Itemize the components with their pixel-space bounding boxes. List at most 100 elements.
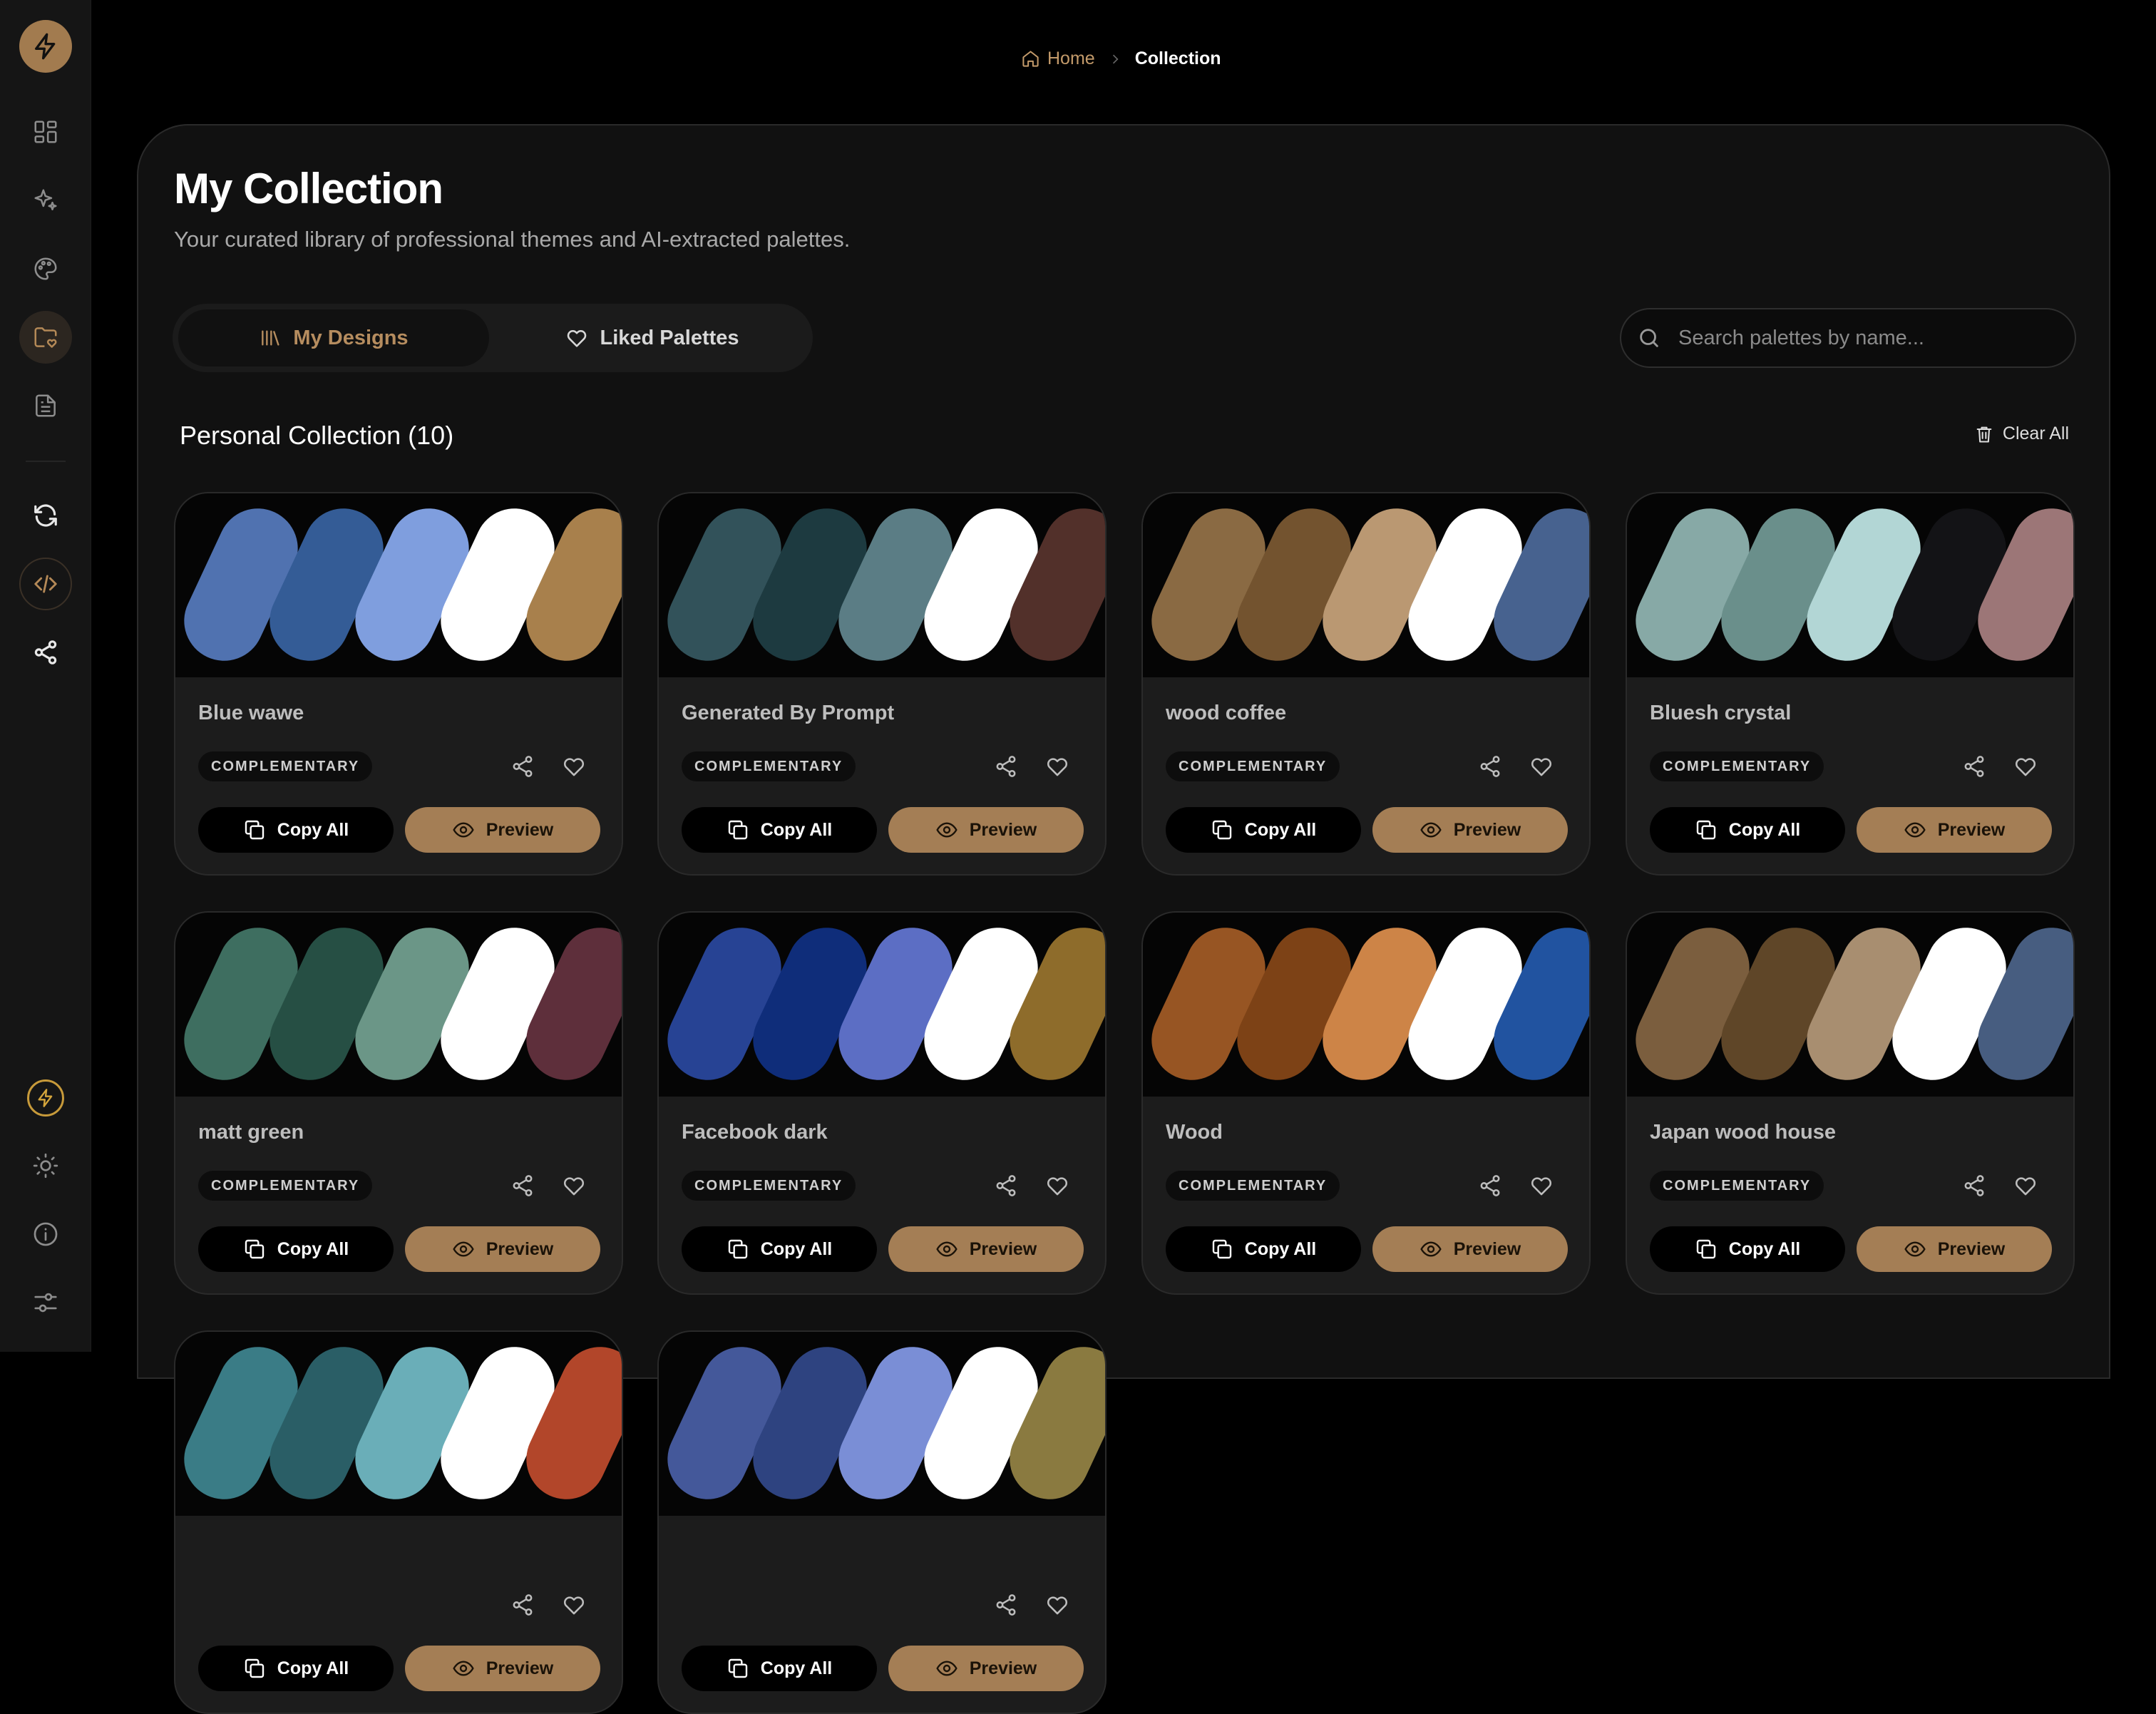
copy-all-button[interactable]: Copy All bbox=[1650, 807, 1845, 853]
copy-all-label: Copy All bbox=[1728, 1238, 1801, 1259]
palette-share-button[interactable] bbox=[510, 1174, 535, 1198]
palette-share-button[interactable] bbox=[994, 1593, 1018, 1617]
palette-card[interactable]: Wood COMPLEMENTARY Copy All Preview bbox=[1141, 911, 1591, 1295]
copy-all-button[interactable]: Copy All bbox=[198, 1646, 394, 1691]
copy-all-button[interactable]: Copy All bbox=[1166, 807, 1361, 853]
share-icon bbox=[996, 1594, 1016, 1616]
search-input[interactable] bbox=[1677, 309, 2060, 366]
palette-card[interactable]: matt green COMPLEMENTARY Copy All Previe… bbox=[174, 911, 623, 1295]
palette-like-button[interactable] bbox=[562, 1174, 586, 1198]
palette-like-button[interactable] bbox=[2013, 754, 2038, 779]
preview-button[interactable]: Preview bbox=[888, 807, 1084, 853]
copy-all-button[interactable]: Copy All bbox=[682, 807, 877, 853]
palette-like-button[interactable] bbox=[1529, 754, 1554, 779]
share-icon bbox=[513, 756, 533, 777]
folder-heart-icon[interactable] bbox=[19, 311, 72, 364]
preview-button[interactable]: Preview bbox=[1372, 1226, 1568, 1272]
palette-share-button[interactable] bbox=[994, 1174, 1018, 1198]
sparkles-icon[interactable] bbox=[19, 174, 72, 227]
palette-card[interactable]: Japan wood house COMPLEMENTARY Copy All … bbox=[1626, 911, 2075, 1295]
palette-harmony-badge: COMPLEMENTARY bbox=[682, 1171, 856, 1201]
preview-button[interactable]: Preview bbox=[1372, 807, 1568, 853]
upgrade-bolt-icon[interactable] bbox=[27, 1079, 64, 1117]
info-icon[interactable] bbox=[19, 1208, 72, 1261]
logo-bolt-icon[interactable] bbox=[19, 20, 72, 73]
section-title: Personal Collection (10) bbox=[180, 421, 454, 450]
clear-all-button[interactable]: Clear All bbox=[1974, 424, 2069, 444]
preview-button[interactable]: Preview bbox=[405, 1226, 600, 1272]
copy-icon bbox=[245, 1658, 264, 1678]
code-icon[interactable] bbox=[19, 558, 72, 610]
palette-swatches bbox=[1627, 913, 2073, 1097]
palette-name: Bluesh crystal bbox=[1650, 702, 1792, 724]
preview-button[interactable]: Preview bbox=[1857, 807, 2052, 853]
copy-icon bbox=[728, 1239, 747, 1259]
palette-card[interactable]: Facebook dark COMPLEMENTARY Copy All Pre… bbox=[657, 911, 1107, 1295]
share-icon bbox=[513, 1594, 533, 1616]
copy-icon bbox=[1696, 820, 1715, 840]
copy-all-button[interactable]: Copy All bbox=[682, 1226, 877, 1272]
preview-button[interactable]: Preview bbox=[888, 1646, 1084, 1691]
tab-my-designs[interactable]: My Designs bbox=[178, 309, 489, 366]
document-icon[interactable] bbox=[19, 379, 72, 432]
theme-sun-icon[interactable] bbox=[19, 1139, 72, 1192]
refresh-icon[interactable] bbox=[19, 489, 72, 542]
sidebar-divider bbox=[26, 461, 66, 462]
preview-label: Preview bbox=[1453, 1238, 1521, 1259]
palette-share-button[interactable] bbox=[1962, 1174, 1986, 1198]
palette-like-button[interactable] bbox=[1045, 1593, 1069, 1617]
copy-icon bbox=[245, 820, 264, 840]
heart-icon bbox=[2016, 1177, 2036, 1196]
palette-harmony-badge: COMPLEMENTARY bbox=[1650, 1171, 1824, 1201]
palette-harmony-badge: COMPLEMENTARY bbox=[198, 751, 373, 781]
copy-all-button[interactable]: Copy All bbox=[198, 1226, 394, 1272]
palette-card[interactable]: Bluesh crystal COMPLEMENTARY Copy All Pr… bbox=[1626, 492, 2075, 876]
palette-harmony-badge: COMPLEMENTARY bbox=[1166, 1171, 1340, 1201]
palette-like-button[interactable] bbox=[562, 1593, 586, 1617]
palette-swatches bbox=[175, 493, 622, 677]
preview-button[interactable]: Preview bbox=[1857, 1226, 2052, 1272]
share-icon bbox=[1480, 1175, 1500, 1196]
share-icon bbox=[1964, 756, 1984, 777]
share-icon[interactable] bbox=[19, 626, 72, 679]
palette-like-button[interactable] bbox=[1045, 1174, 1069, 1198]
palette-share-button[interactable] bbox=[1478, 1174, 1502, 1198]
palette-share-button[interactable] bbox=[510, 754, 535, 779]
palette-card[interactable]: Copy All Preview bbox=[174, 1330, 623, 1714]
palette-like-button[interactable] bbox=[1529, 1174, 1554, 1198]
palette-icon[interactable] bbox=[19, 242, 72, 295]
palette-card[interactable]: wood coffee COMPLEMENTARY Copy All Previ… bbox=[1141, 492, 1591, 876]
settings-sliders-icon[interactable] bbox=[19, 1276, 72, 1329]
palette-like-button[interactable] bbox=[2013, 1174, 2038, 1198]
preview-label: Preview bbox=[969, 819, 1037, 840]
palette-card[interactable]: Copy All Preview bbox=[657, 1330, 1107, 1714]
palette-name: Facebook dark bbox=[682, 1121, 828, 1144]
palette-like-button[interactable] bbox=[1045, 754, 1069, 779]
palette-share-button[interactable] bbox=[1962, 754, 1986, 779]
palette-share-button[interactable] bbox=[1478, 754, 1502, 779]
copy-all-button[interactable]: Copy All bbox=[198, 807, 394, 853]
palette-card[interactable]: Generated By Prompt COMPLEMENTARY Copy A… bbox=[657, 492, 1107, 876]
breadcrumb-current: Collection bbox=[1134, 48, 1221, 68]
copy-all-button[interactable]: Copy All bbox=[682, 1646, 877, 1691]
eye-icon bbox=[1420, 1241, 1442, 1257]
preview-label: Preview bbox=[486, 819, 554, 840]
palette-share-button[interactable] bbox=[994, 754, 1018, 779]
dashboard-icon[interactable] bbox=[19, 106, 72, 158]
palette-share-button[interactable] bbox=[510, 1593, 535, 1617]
palette-card[interactable]: Blue wawe COMPLEMENTARY Copy All Preview bbox=[174, 492, 623, 876]
palette-like-button[interactable] bbox=[562, 754, 586, 779]
copy-all-button[interactable]: Copy All bbox=[1650, 1226, 1845, 1272]
breadcrumb-home-link[interactable]: Home bbox=[1021, 48, 1095, 69]
copy-all-label: Copy All bbox=[1244, 819, 1317, 840]
share-icon bbox=[1480, 756, 1500, 777]
preview-button[interactable]: Preview bbox=[405, 1646, 600, 1691]
preview-button[interactable]: Preview bbox=[405, 807, 600, 853]
copy-all-button[interactable]: Copy All bbox=[1166, 1226, 1361, 1272]
preview-label: Preview bbox=[969, 1238, 1037, 1259]
tab-liked-palettes[interactable]: Liked Palettes bbox=[498, 309, 807, 366]
palette-name: wood coffee bbox=[1166, 702, 1287, 724]
copy-icon bbox=[1212, 820, 1231, 840]
palette-harmony-badge: COMPLEMENTARY bbox=[1166, 751, 1340, 781]
preview-button[interactable]: Preview bbox=[888, 1226, 1084, 1272]
